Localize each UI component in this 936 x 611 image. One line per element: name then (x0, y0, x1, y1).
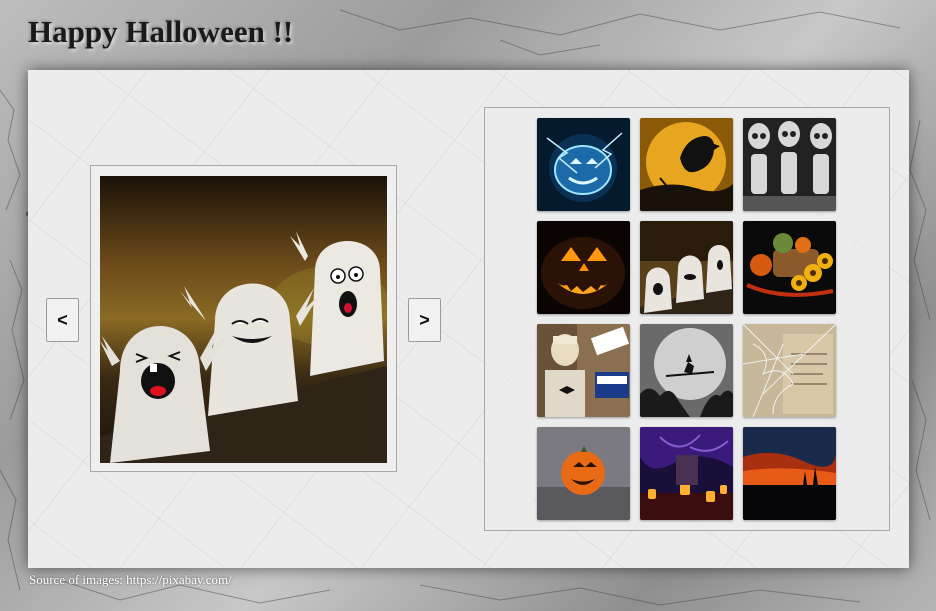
thumbnail-skeleton-street-sign[interactable] (537, 324, 630, 417)
thumbnail-sunset-silhouette[interactable] (743, 427, 836, 520)
page-title: Happy Halloween !! (28, 14, 294, 49)
image-source-credit: Source of images: https://pixabay.com/ (29, 572, 232, 587)
thumbnail-three-skeletons[interactable] (743, 118, 836, 211)
thumbnail-raven-moon[interactable] (640, 118, 733, 211)
main-image-ghost-figurines (100, 176, 387, 463)
thumbnail-blue-pumpkin[interactable] (537, 118, 630, 211)
prev-button[interactable]: < (46, 298, 79, 342)
next-button[interactable]: > (408, 298, 441, 342)
thumbnail-pumpkin-ball[interactable] (537, 427, 630, 520)
thumbnail-pumpkins-sunflowers[interactable] (743, 221, 836, 314)
thumbnail-witch-moon[interactable] (640, 324, 733, 417)
thumbnail-ghost-figurines[interactable] (640, 221, 733, 314)
thumbnail-jack-o-lantern[interactable] (537, 221, 630, 314)
thumbnail-graveyard-lanterns[interactable] (640, 427, 733, 520)
thumbnail-cobweb-book[interactable] (743, 324, 836, 417)
